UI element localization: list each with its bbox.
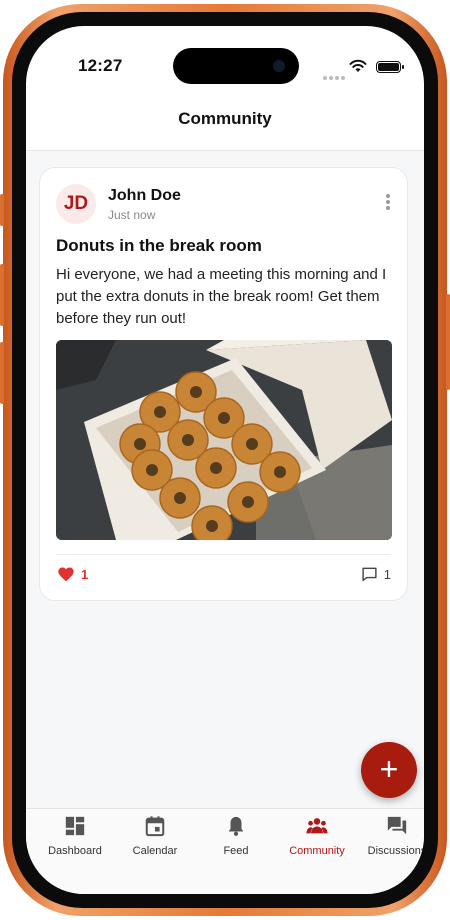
tab-label: Calendar xyxy=(132,845,178,857)
post-timestamp: Just now xyxy=(108,208,156,222)
status-bar: 12:27 xyxy=(26,26,424,96)
heart-icon xyxy=(58,567,74,582)
tab-calendar[interactable]: Calendar xyxy=(113,815,197,859)
forum-icon xyxy=(387,816,407,835)
volume-down-button xyxy=(0,342,4,404)
page-title: Community xyxy=(178,109,272,128)
comment-count: 1 xyxy=(383,566,391,582)
more-options-icon[interactable] xyxy=(383,194,393,214)
phone-frame: 12:27 Community JD John Doe Just now Don… xyxy=(0,4,450,916)
tab-community[interactable]: Community xyxy=(275,815,359,859)
tab-label: Discussions xyxy=(367,845,424,857)
like-count: 1 xyxy=(81,566,89,582)
wifi-icon xyxy=(349,59,367,72)
post-photo[interactable] xyxy=(56,340,392,540)
post-body: Hi everyone, we had a meeting this morni… xyxy=(56,266,387,327)
post-card[interactable]: JD John Doe Just now Donuts in the break… xyxy=(39,167,408,601)
signal-icon xyxy=(323,67,347,85)
avatar[interactable]: JD xyxy=(56,184,96,224)
volume-up-button xyxy=(0,264,4,326)
status-time: 12:27 xyxy=(78,56,123,75)
dashboard-icon xyxy=(65,816,85,836)
battery-icon xyxy=(376,61,404,73)
tab-label: Feed xyxy=(223,845,249,857)
bottom-navigation: Dashboard Calendar Feed Community Discus… xyxy=(26,808,424,894)
screen: 12:27 Community JD John Doe Just now Don… xyxy=(26,26,424,894)
app-header: Community xyxy=(26,96,424,151)
add-post-button[interactable]: + xyxy=(361,742,417,798)
camera-icon xyxy=(273,60,285,72)
post-author[interactable]: John Doe xyxy=(108,187,181,205)
power-button xyxy=(446,294,450,390)
calendar-icon xyxy=(145,816,165,837)
tab-dashboard[interactable]: Dashboard xyxy=(33,815,117,859)
people-icon xyxy=(306,818,328,834)
bell-icon xyxy=(228,816,244,836)
dynamic-island xyxy=(173,48,299,84)
tab-label: Dashboard xyxy=(48,845,102,857)
post-title: Donuts in the break room xyxy=(56,236,262,255)
tab-label: Community xyxy=(289,845,345,857)
feed-content[interactable]: JD John Doe Just now Donuts in the break… xyxy=(26,151,424,808)
comment-button[interactable]: 1 xyxy=(361,566,391,582)
like-button[interactable]: 1 xyxy=(57,566,88,582)
bezel: 12:27 Community JD John Doe Just now Don… xyxy=(12,12,438,908)
action-button xyxy=(0,194,4,226)
comment-icon xyxy=(362,567,377,582)
divider xyxy=(56,554,391,555)
tab-discussions[interactable]: Discussions xyxy=(355,815,424,859)
tab-feed[interactable]: Feed xyxy=(194,815,278,859)
